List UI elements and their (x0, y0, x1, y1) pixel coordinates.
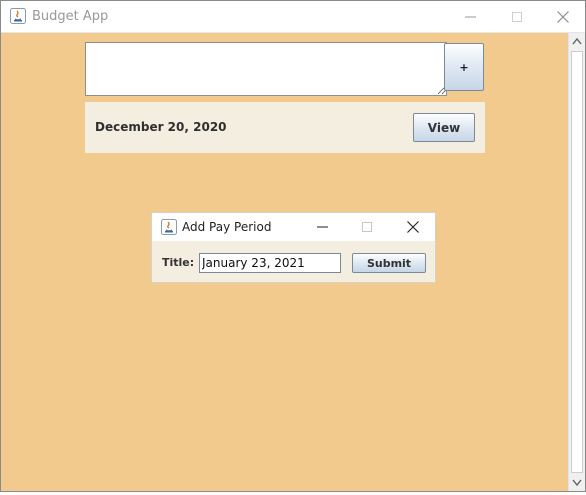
window-title: Budget App (32, 9, 109, 24)
maximize-icon (362, 222, 372, 232)
scrollbar-thumb[interactable] (571, 51, 583, 473)
maximize-button[interactable] (494, 1, 540, 32)
dialog-close-button[interactable] (391, 213, 435, 241)
vertical-scrollbar[interactable] (568, 33, 585, 491)
close-icon (407, 221, 419, 233)
title-label: Title: (162, 256, 195, 269)
add-pay-period-button[interactable]: + (444, 43, 484, 91)
minimize-icon (465, 16, 476, 18)
scroll-down-button[interactable] (569, 474, 585, 491)
view-button[interactable]: View (413, 113, 475, 142)
title-input[interactable] (199, 253, 341, 273)
dialog-titlebar[interactable]: Add Pay Period (152, 213, 435, 241)
budget-app-window: Budget App + December 20, 2020 View Add … (0, 0, 586, 492)
close-icon (557, 11, 569, 23)
submit-button[interactable]: Submit (352, 253, 426, 273)
pay-period-input[interactable] (85, 42, 447, 96)
close-button[interactable] (540, 1, 586, 32)
dialog-title: Add Pay Period (182, 220, 272, 234)
minimize-icon (317, 226, 328, 228)
dialog-body: Title: Submit (152, 241, 435, 282)
chevron-up-icon (572, 37, 582, 45)
window-titlebar[interactable]: Budget App (1, 1, 585, 33)
java-app-icon (10, 8, 26, 24)
dialog-maximize-button[interactable] (345, 213, 389, 241)
scroll-up-button[interactable] (569, 33, 585, 50)
pay-period-row: December 20, 2020 View (85, 102, 485, 153)
maximize-icon (512, 12, 522, 22)
minimize-button[interactable] (448, 1, 494, 32)
dialog-minimize-button[interactable] (301, 213, 345, 241)
java-app-icon (161, 219, 177, 235)
pay-period-date: December 20, 2020 (95, 120, 227, 134)
chevron-down-icon (572, 479, 582, 487)
add-pay-period-dialog: Add Pay Period Title: Submit (151, 212, 436, 283)
